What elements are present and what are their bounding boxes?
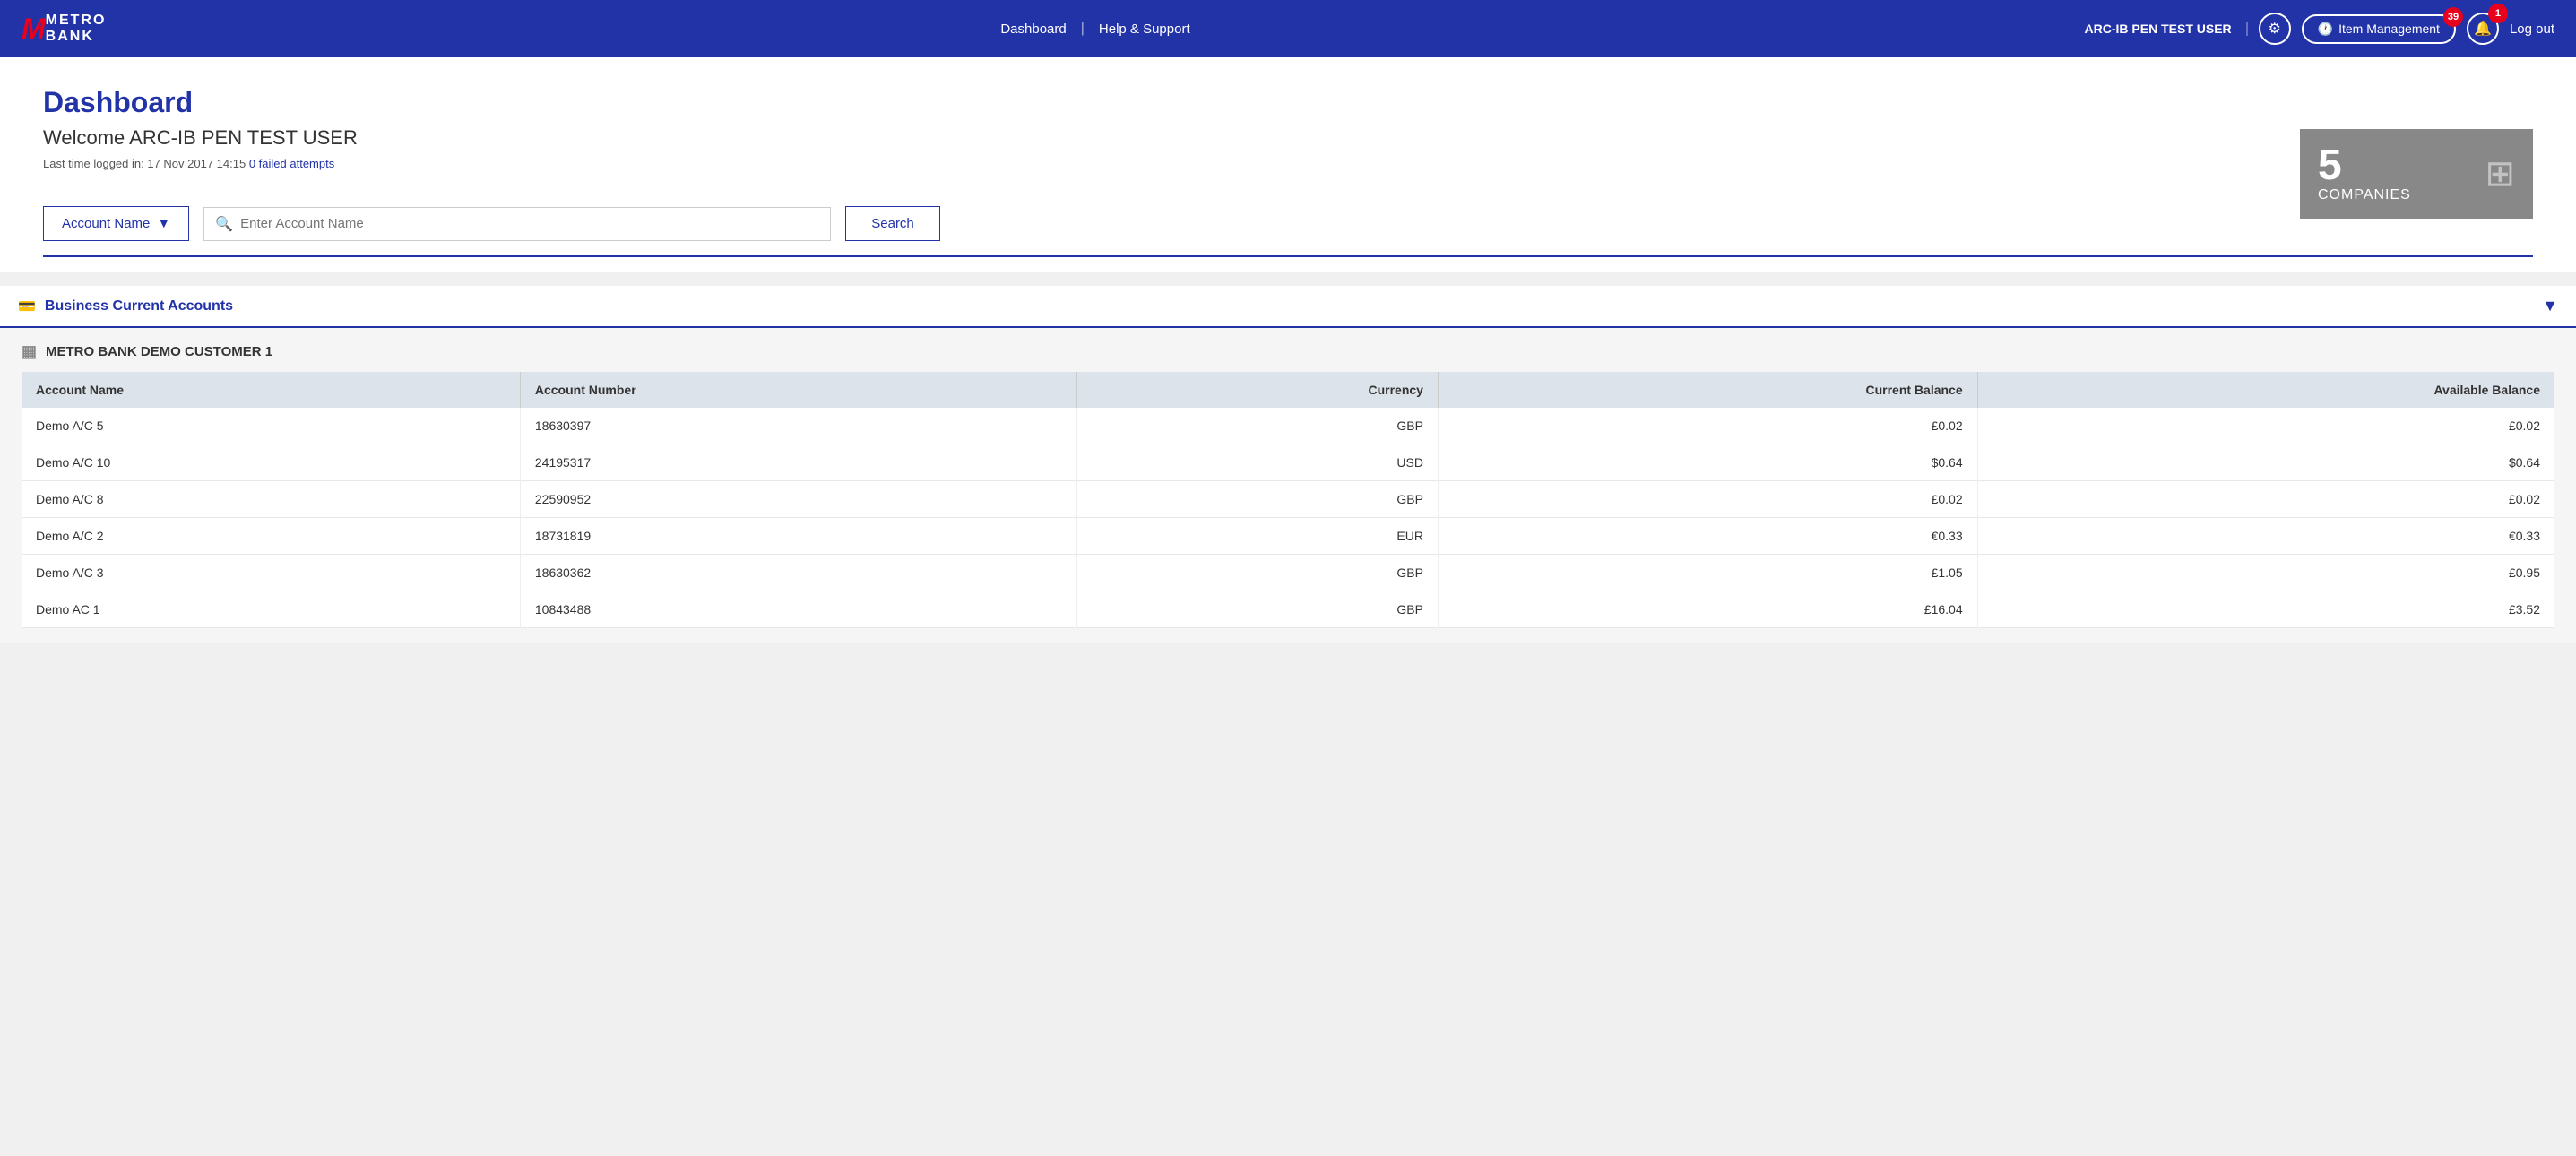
search-button[interactable]: Search xyxy=(845,206,940,241)
cell-current-balance: £16.04 xyxy=(1438,591,1977,628)
companies-info: 5 COMPANIES xyxy=(2318,144,2411,203)
nav-dashboard[interactable]: Dashboard xyxy=(1000,22,1066,37)
account-name-dropdown[interactable]: Account Name ▼ xyxy=(43,206,189,241)
bell-badge: 1 xyxy=(2488,4,2508,23)
col-current-balance: Current Balance xyxy=(1438,372,1977,408)
settings-button[interactable]: ⚙ xyxy=(2259,13,2291,45)
dashboard-title-section: Dashboard Welcome ARC-IB PEN TEST USER L… xyxy=(43,86,2533,170)
page-title: Dashboard xyxy=(43,86,2533,119)
section-header-left: 💳 Business Current Accounts xyxy=(18,298,233,315)
cell-available-balance: €0.33 xyxy=(1977,518,2554,555)
cell-currency: GBP xyxy=(1077,591,1439,628)
table-body: Demo A/C 5 18630397 GBP £0.02 £0.02 Demo… xyxy=(22,408,2554,628)
col-available-balance: Available Balance xyxy=(1977,372,2554,408)
logo-m-icon: M xyxy=(22,14,46,43)
last-login-text: Last time logged in: 17 Nov 2017 14:15 0… xyxy=(43,157,2533,170)
cell-current-balance: £0.02 xyxy=(1438,408,1977,444)
col-account-name: Account Name xyxy=(22,372,520,408)
cell-account-name: Demo A/C 2 xyxy=(22,518,520,555)
cell-available-balance: $0.64 xyxy=(1977,444,2554,481)
grid-icon: ⊞ xyxy=(2485,153,2515,194)
logo-text: METRO BANK xyxy=(46,13,107,44)
nav-divider: | xyxy=(1081,21,1085,37)
company-name-header: ▦ METRO BANK DEMO CUSTOMER 1 xyxy=(22,342,2554,361)
header-user: ARC-IB PEN TEST USER xyxy=(2085,22,2248,36)
cell-available-balance: £0.95 xyxy=(1977,555,2554,591)
cell-account-number: 18731819 xyxy=(520,518,1076,555)
cell-currency: USD xyxy=(1077,444,1439,481)
cell-account-number: 22590952 xyxy=(520,481,1076,518)
nav-help-support[interactable]: Help & Support xyxy=(1099,22,1190,37)
cell-current-balance: $0.64 xyxy=(1438,444,1977,481)
cell-account-number: 18630397 xyxy=(520,408,1076,444)
building-icon: ▦ xyxy=(22,342,37,361)
logo[interactable]: M METRO BANK xyxy=(22,13,106,44)
dropdown-label: Account Name xyxy=(62,216,150,231)
credit-card-icon: 💳 xyxy=(18,298,36,315)
header: M METRO BANK Dashboard | Help & Support … xyxy=(0,0,2576,57)
table-row[interactable]: Demo AC 1 10843488 GBP £16.04 £3.52 xyxy=(22,591,2554,628)
cell-currency: GBP xyxy=(1077,555,1439,591)
search-section: Account Name ▼ 🔍 Search xyxy=(43,192,2533,257)
header-nav: Dashboard | Help & Support xyxy=(106,21,2084,37)
company-section: ▦ METRO BANK DEMO CUSTOMER 1 Account Nam… xyxy=(0,328,2576,643)
cell-currency: EUR xyxy=(1077,518,1439,555)
companies-widget[interactable]: 5 COMPANIES ⊞ xyxy=(2300,129,2533,219)
top-area: Dashboard Welcome ARC-IB PEN TEST USER L… xyxy=(0,57,2576,272)
cell-account-name: Demo AC 1 xyxy=(22,591,520,628)
cell-account-name: Demo A/C 5 xyxy=(22,408,520,444)
col-account-number: Account Number xyxy=(520,372,1076,408)
section-chevron-down-icon: ▼ xyxy=(2542,297,2558,315)
table-header: Account Name Account Number Currency Cur… xyxy=(22,372,2554,408)
cell-available-balance: £0.02 xyxy=(1977,481,2554,518)
cell-account-name: Demo A/C 8 xyxy=(22,481,520,518)
cell-current-balance: €0.33 xyxy=(1438,518,1977,555)
cell-account-name: Demo A/C 10 xyxy=(22,444,520,481)
cell-current-balance: £0.02 xyxy=(1438,481,1977,518)
search-input-wrapper: 🔍 xyxy=(203,207,831,241)
table-row[interactable]: Demo A/C 5 18630397 GBP £0.02 £0.02 xyxy=(22,408,2554,444)
section-label: Business Current Accounts xyxy=(45,298,233,315)
cell-currency: GBP xyxy=(1077,481,1439,518)
table-row[interactable]: Demo A/C 8 22590952 GBP £0.02 £0.02 xyxy=(22,481,2554,518)
logo-metro: METRO xyxy=(46,13,107,29)
logo-bank: BANK xyxy=(46,29,107,45)
cell-account-number: 24195317 xyxy=(520,444,1076,481)
cell-account-number: 10843488 xyxy=(520,591,1076,628)
table-row[interactable]: Demo A/C 2 18731819 EUR €0.33 €0.33 xyxy=(22,518,2554,555)
accounts-table: Account Name Account Number Currency Cur… xyxy=(22,372,2554,628)
table-row[interactable]: Demo A/C 10 24195317 USD $0.64 $0.64 xyxy=(22,444,2554,481)
welcome-message: Welcome ARC-IB PEN TEST USER xyxy=(43,126,2533,150)
chevron-down-icon: ▼ xyxy=(157,216,170,231)
clock-icon: 🕐 xyxy=(2318,22,2333,37)
header-right: ARC-IB PEN TEST USER ⚙ 🕐 Item Management… xyxy=(2085,13,2554,45)
search-icon: 🔍 xyxy=(215,215,233,233)
cell-account-number: 18630362 xyxy=(520,555,1076,591)
table-row[interactable]: Demo A/C 3 18630362 GBP £1.05 £0.95 xyxy=(22,555,2554,591)
company-name: METRO BANK DEMO CUSTOMER 1 xyxy=(46,344,272,359)
companies-count: 5 xyxy=(2318,144,2411,187)
companies-label: COMPANIES xyxy=(2318,187,2411,203)
cell-account-name: Demo A/C 3 xyxy=(22,555,520,591)
cell-available-balance: £0.02 xyxy=(1977,408,2554,444)
item-management-button[interactable]: 🕐 Item Management 39 xyxy=(2302,14,2456,44)
col-currency: Currency xyxy=(1077,372,1439,408)
cell-current-balance: £1.05 xyxy=(1438,555,1977,591)
item-management-badge: 39 xyxy=(2443,7,2463,27)
business-accounts-header[interactable]: 💳 Business Current Accounts ▼ xyxy=(0,286,2576,328)
accounts-section: 💳 Business Current Accounts ▼ ▦ METRO BA… xyxy=(0,272,2576,657)
cell-currency: GBP xyxy=(1077,408,1439,444)
search-input[interactable] xyxy=(240,216,819,231)
failed-attempts: 0 failed attempts xyxy=(249,157,334,170)
cell-available-balance: £3.52 xyxy=(1977,591,2554,628)
bell-wrapper: 🔔 1 xyxy=(2467,13,2499,45)
logout-button[interactable]: Log out xyxy=(2510,22,2554,37)
item-management-label: Item Management xyxy=(2338,22,2440,36)
